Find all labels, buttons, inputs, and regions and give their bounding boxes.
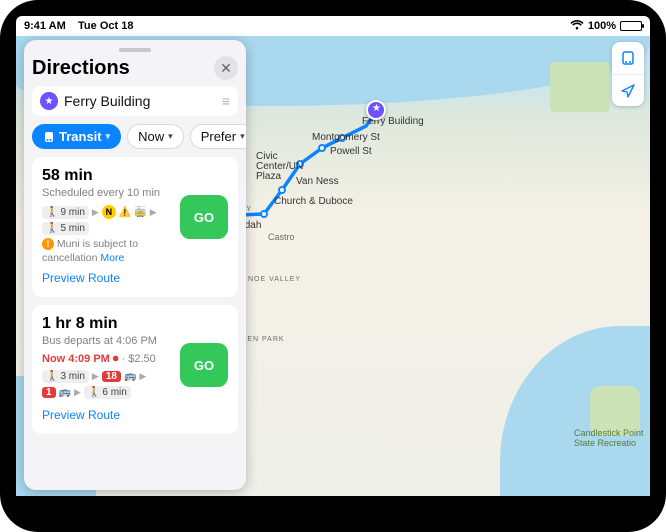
- arrow-icon: ▶: [92, 371, 99, 382]
- prefer-label: Prefer: [201, 129, 236, 144]
- status-right: 100%: [570, 20, 642, 33]
- ipad-frame: 9:41 AM Tue Oct 18 100%: [0, 0, 666, 532]
- chevron-down-icon: ▾: [240, 131, 245, 142]
- destination-field[interactable]: ★ Ferry Building ≡: [32, 86, 238, 116]
- route-card-2[interactable]: 1 hr 8 min Bus departs at 4:06 PM Now 4:…: [32, 305, 238, 434]
- bus-badge: 18: [102, 371, 121, 382]
- bus-badge: 1: [42, 387, 56, 398]
- route-card-1[interactable]: 58 min Scheduled every 10 min 🚶 9 min ▶ …: [32, 157, 238, 297]
- route1-warning: ! Muni is subject to cancellation More: [42, 238, 172, 265]
- wifi-icon: [570, 20, 584, 33]
- chevron-down-icon: ▾: [106, 131, 111, 142]
- battery-icon: [620, 21, 642, 31]
- route1-duration: 58 min: [42, 167, 228, 185]
- arrow-icon: ▶: [92, 207, 99, 218]
- route2-steps-a: 🚶 3 min ▶ 18 🚌 ▶: [42, 370, 172, 383]
- area-candle: Candlestick Point State Recreatio: [574, 428, 644, 448]
- alert-dot-icon: !: [42, 238, 54, 250]
- walk-chip: 🚶 9 min: [42, 206, 89, 219]
- status-bar: 9:41 AM Tue Oct 18 100%: [16, 16, 650, 36]
- warning-icon: ⚠️: [119, 207, 131, 218]
- arrow-icon: ▶: [74, 387, 81, 398]
- locate-me-button[interactable]: [612, 74, 644, 106]
- chevron-down-icon: ▾: [168, 131, 173, 142]
- bus-icon: 🚌: [59, 387, 71, 398]
- route2-duration: 1 hr 8 min: [42, 315, 228, 333]
- preview-route-link[interactable]: Preview Route: [42, 271, 120, 285]
- prefer-pill[interactable]: Prefer ▾: [190, 124, 246, 149]
- when-label: Now: [138, 129, 164, 144]
- route1-steps-b: 🚶 5 min: [42, 222, 172, 235]
- close-button[interactable]: ✕: [214, 56, 238, 80]
- map-controls: [612, 42, 644, 106]
- stop-montgomery: Montgomery St: [312, 132, 380, 143]
- destination-name: Ferry Building: [64, 93, 216, 109]
- panel-header: Directions ✕: [32, 56, 238, 80]
- arrow-icon: ▶: [150, 207, 157, 218]
- go-button[interactable]: GO: [180, 195, 228, 239]
- preview-route-link[interactable]: Preview Route: [42, 408, 120, 422]
- reorder-icon[interactable]: ≡: [222, 93, 230, 109]
- tram-icon: 🚋: [134, 207, 146, 218]
- fare: $2.50: [128, 353, 156, 365]
- when-pill[interactable]: Now ▾: [127, 124, 184, 149]
- bus-icon: 🚌: [124, 371, 136, 382]
- status-time: 9:41 AM: [24, 20, 66, 32]
- mode-pill[interactable]: Transit ▾: [32, 124, 121, 149]
- option-pills: Transit ▾ Now ▾ Prefer ▾: [32, 124, 238, 149]
- walk-chip: 🚶 6 min: [84, 386, 131, 399]
- arrow-icon: ▶: [139, 371, 146, 382]
- line-badge: N: [102, 205, 116, 219]
- presidio-park: [550, 62, 610, 112]
- walk-chip: 🚶 5 min: [42, 222, 89, 235]
- status-date: Tue Oct 18: [78, 20, 133, 32]
- route2-steps-b: 1 🚌 ▶ 🚶 6 min: [42, 386, 172, 399]
- battery-pct: 100%: [588, 20, 616, 32]
- route1-steps-a: 🚶 9 min ▶ N ⚠️ 🚋 ▶: [42, 205, 172, 219]
- more-link[interactable]: More: [100, 252, 124, 266]
- go-button[interactable]: GO: [180, 343, 228, 387]
- stop-church: Church & Duboce: [274, 196, 353, 207]
- status-left: 9:41 AM Tue Oct 18: [24, 20, 133, 32]
- stop-vanness: Van Ness: [296, 176, 339, 187]
- live-time: Now 4:09 PM ⏺: [42, 353, 118, 365]
- panel-title: Directions: [32, 57, 130, 80]
- screen: 9:41 AM Tue Oct 18 100%: [16, 16, 650, 496]
- mode-label: Transit: [59, 129, 102, 144]
- map-mode-button[interactable]: [612, 42, 644, 74]
- destination-pin[interactable]: [366, 100, 386, 120]
- panel-grabber[interactable]: [119, 48, 151, 52]
- stop-powell: Powell St: [330, 146, 372, 157]
- walk-chip: 🚶 3 min: [42, 370, 89, 383]
- directions-panel[interactable]: Directions ✕ ★ Ferry Building ≡ Transit …: [24, 40, 246, 490]
- favorite-star-icon: ★: [40, 92, 58, 110]
